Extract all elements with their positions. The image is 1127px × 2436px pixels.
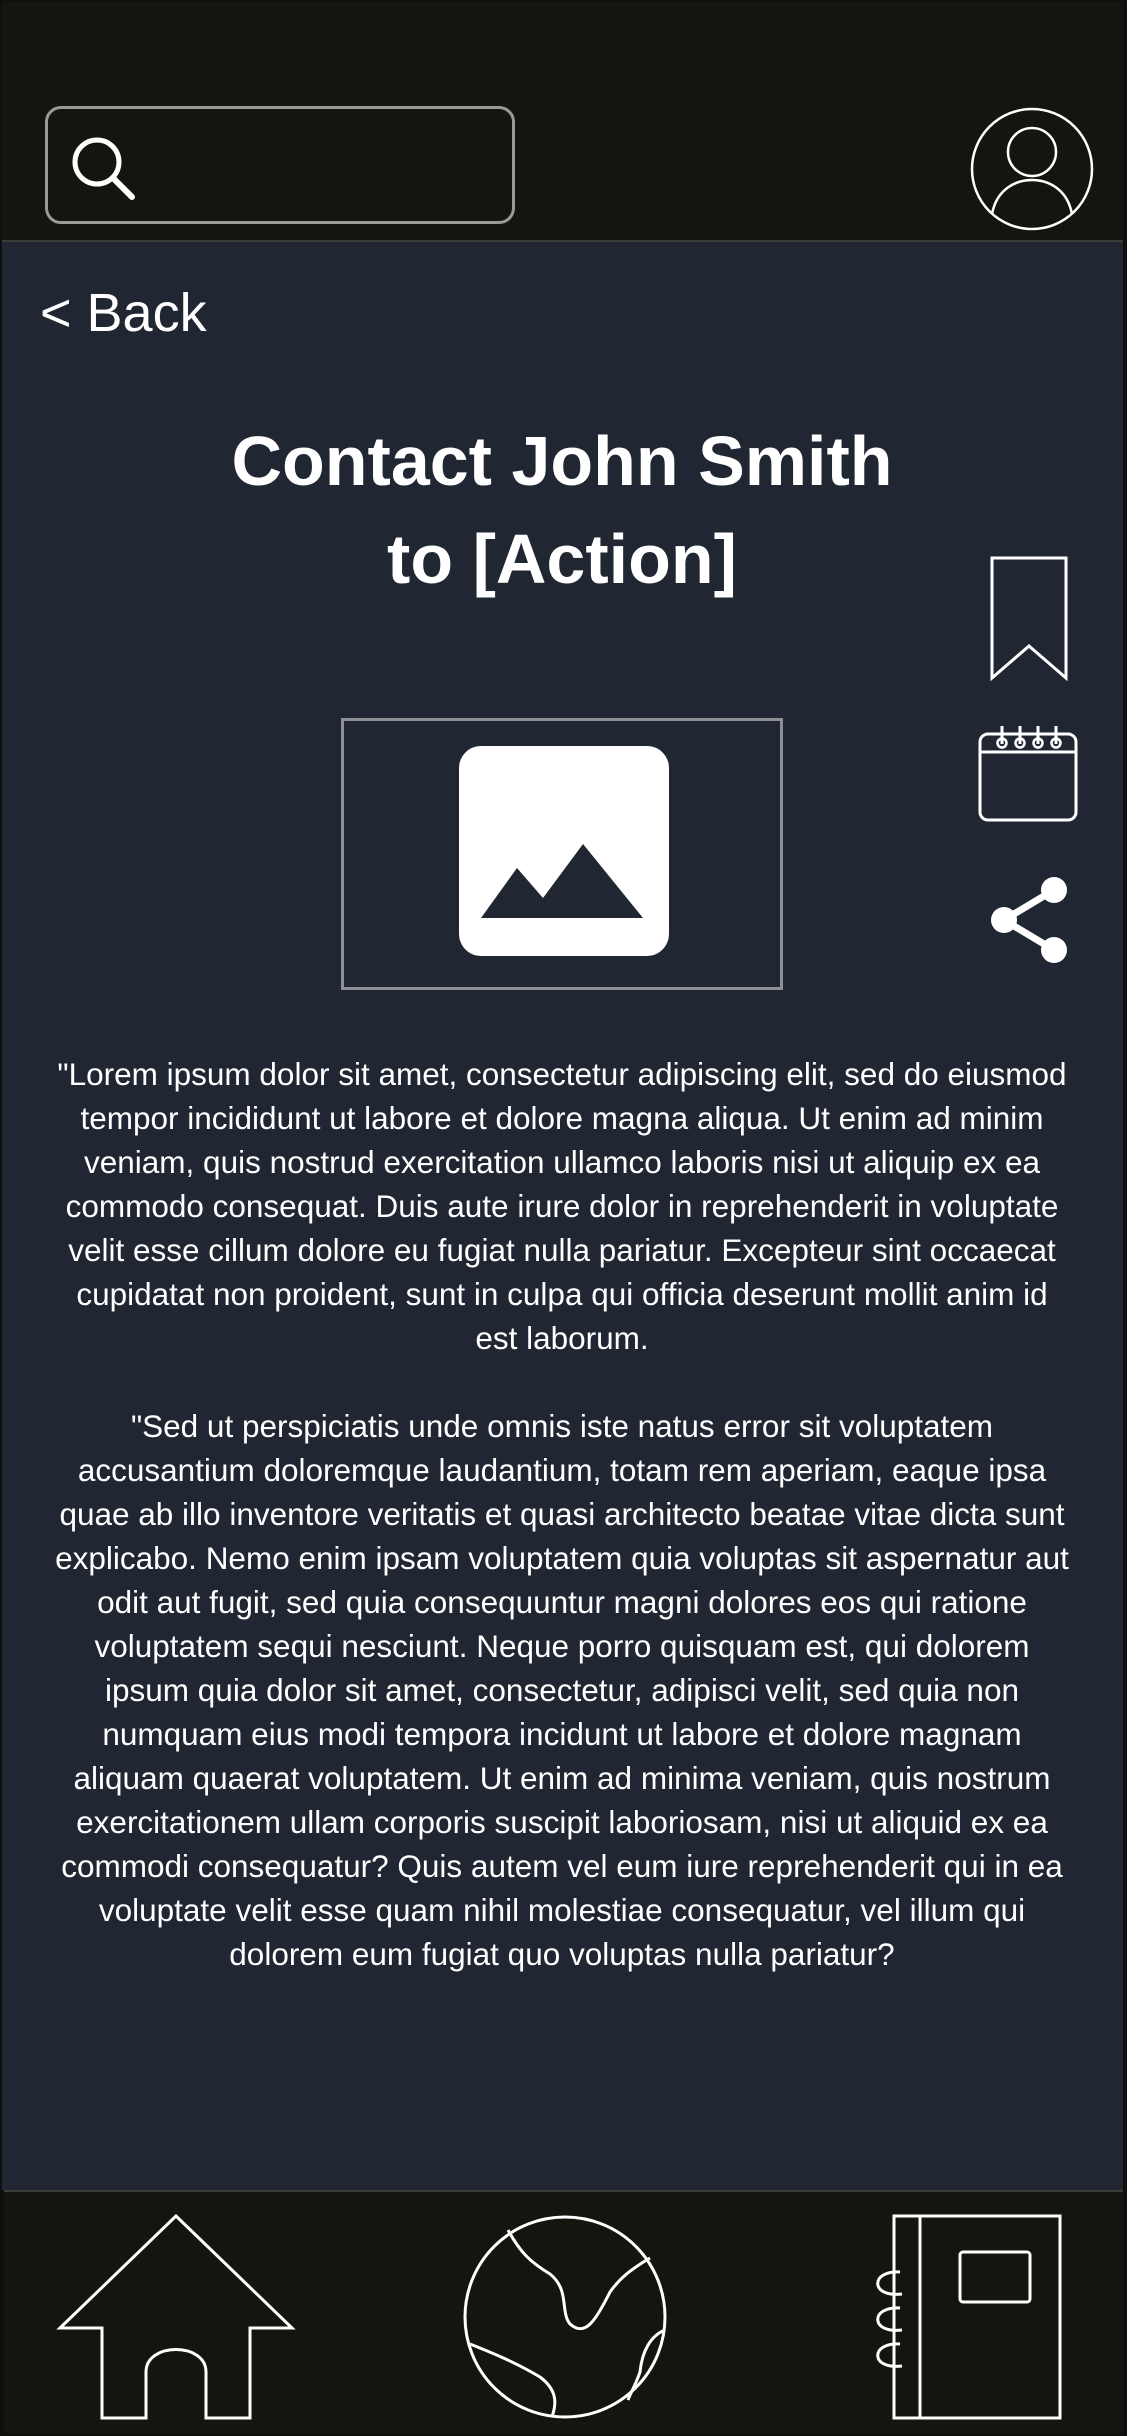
globe-icon [460,2215,670,2425]
image-frame [341,718,783,990]
top-header [2,2,1123,242]
bookmark-button[interactable] [974,552,1084,691]
paragraph-1: "Lorem ipsum dolor sit amet, consectetur… [57,1056,1067,1356]
share-button[interactable] [974,870,1084,973]
article-body: "Lorem ipsum dolor sit amet, consectetur… [52,1052,1072,2020]
image-placeholder-icon [459,746,669,956]
page-title-line-1: Contact John Smith [231,422,893,500]
user-avatar-icon[interactable] [969,106,1095,232]
search-icon[interactable] [66,131,142,207]
search-input[interactable] [158,129,502,203]
home-icon [56,2213,296,2425]
paragraph-2: "Sed ut perspiciatis unde omnis iste nat… [55,1408,1069,1972]
share-icon [974,877,1084,973]
bookmark-icon [974,556,1084,691]
nav-explore-button[interactable] [460,2212,670,2425]
bottom-nav [4,2190,1123,2434]
notebook-icon [864,2214,1064,2425]
content-area: < Back Contact John Smith to [Action] "L… [2,242,1123,2190]
calendar-button[interactable] [974,720,1084,833]
nav-notebook-button[interactable] [864,2212,1064,2425]
back-link[interactable]: < Back [40,282,207,344]
search-box[interactable] [45,106,515,224]
nav-home-button[interactable] [56,2212,296,2425]
app-frame: < Back Contact John Smith to [Action] "L… [0,0,1127,2436]
page-title: Contact John Smith to [Action] [112,412,1012,608]
page-title-line-2: to [Action] [387,520,737,598]
calendar-icon [974,726,1084,833]
